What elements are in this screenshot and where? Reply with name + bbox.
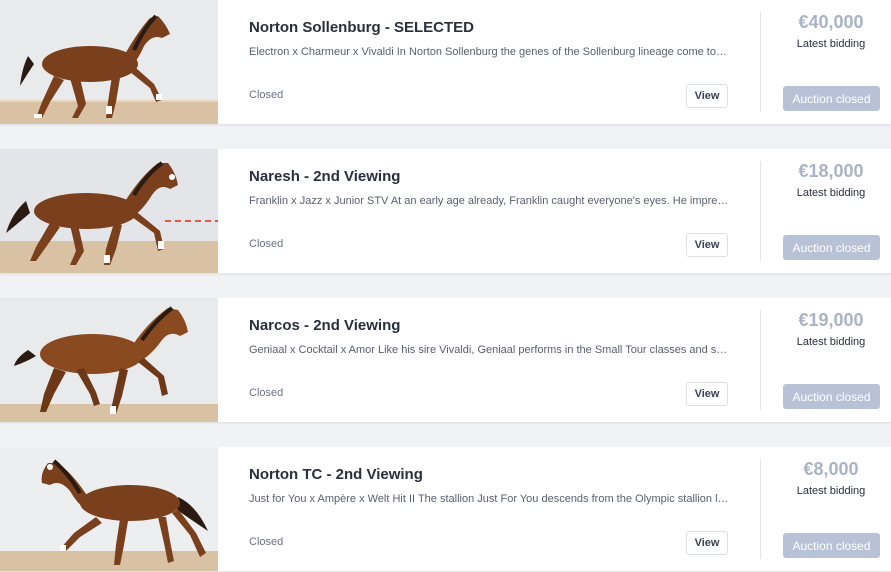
horse-photo-icon[interactable] <box>0 149 218 273</box>
listing-card[interactable]: Norton TC - 2nd Viewing Just for You x A… <box>0 447 891 572</box>
listing-status: Closed <box>249 238 284 250</box>
auction-closed-button[interactable]: Auction closed <box>783 235 880 260</box>
latest-bid-price: €8,000 <box>803 459 859 479</box>
latest-bid-label: Latest bidding <box>796 336 866 348</box>
listing-title[interactable]: Naresh - 2nd Viewing <box>249 168 400 185</box>
listing-title[interactable]: Norton Sollenburg - SELECTED <box>249 19 474 36</box>
view-button[interactable]: View <box>686 382 728 406</box>
listing-title[interactable]: Norton TC - 2nd Viewing <box>249 466 423 483</box>
divider <box>760 12 761 112</box>
listing-description: Franklin x Jazz x Junior STV At an early… <box>249 195 729 207</box>
listing-description: Electron x Charmeur x Vivaldi In Norton … <box>249 46 729 58</box>
view-button[interactable]: View <box>686 84 728 108</box>
latest-bid-label: Latest bidding <box>796 187 866 199</box>
listing-status: Closed <box>249 89 284 101</box>
divider <box>760 459 761 559</box>
listing-card[interactable]: Norton Sollenburg - SELECTED Electron x … <box>0 0 891 125</box>
listing-description: Just for You x Ampère x Welt Hit II The … <box>249 493 729 505</box>
horse-photo-icon[interactable] <box>0 0 218 124</box>
divider <box>760 161 761 261</box>
view-button[interactable]: View <box>686 531 728 555</box>
listing-status: Closed <box>249 387 284 399</box>
auction-closed-button[interactable]: Auction closed <box>783 86 880 111</box>
auction-closed-button[interactable]: Auction closed <box>783 384 880 409</box>
listing-status: Closed <box>249 536 284 548</box>
latest-bid-price: €40,000 <box>798 12 864 32</box>
listing-title[interactable]: Narcos - 2nd Viewing <box>249 317 400 334</box>
view-button[interactable]: View <box>686 233 728 257</box>
listing-card[interactable]: Narcos - 2nd Viewing Geniaal x Cocktail … <box>0 298 891 423</box>
latest-bid-label: Latest bidding <box>796 38 866 50</box>
auction-closed-button[interactable]: Auction closed <box>783 533 880 558</box>
horse-photo-icon[interactable] <box>0 447 218 571</box>
divider <box>760 310 761 410</box>
latest-bid-label: Latest bidding <box>796 485 866 497</box>
latest-bid-price: €18,000 <box>798 161 864 181</box>
horse-photo-icon[interactable] <box>0 298 218 422</box>
listing-card[interactable]: Naresh - 2nd Viewing Franklin x Jazz x J… <box>0 149 891 274</box>
latest-bid-price: €19,000 <box>798 310 864 330</box>
listing-description: Geniaal x Cocktail x Amor Like his sire … <box>249 344 729 356</box>
